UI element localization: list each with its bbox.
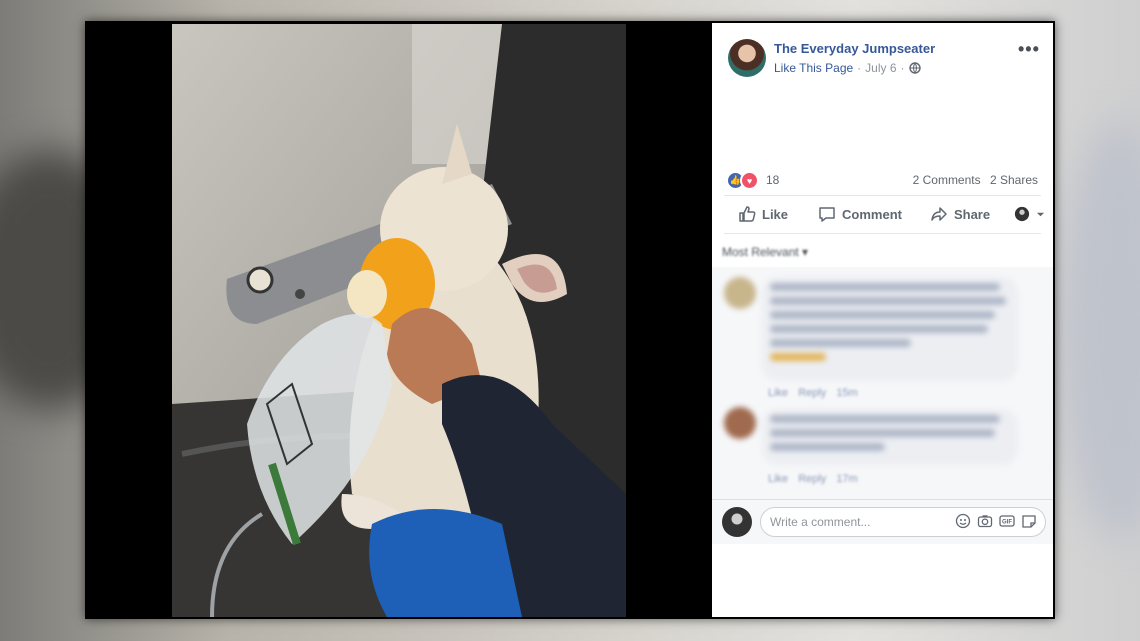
post-actions: Like Comment Share [724, 197, 1045, 231]
svg-text:GIF: GIF [1002, 520, 1012, 526]
comment-reply-link[interactable]: Reply [798, 387, 826, 399]
commenter-avatar[interactable] [724, 407, 756, 439]
share-button[interactable]: Share [930, 205, 990, 223]
post-side-panel: The Everyday Jumpseater Like This Page ·… [712, 23, 1053, 617]
reaction-summary: 👍 ♥ 18 2 Comments 2 Shares [726, 171, 1038, 190]
comment-input-placeholder: Write a comment... [770, 515, 871, 529]
divider [724, 233, 1041, 234]
reaction-count[interactable]: 18 [766, 173, 779, 187]
photo-area [85, 21, 712, 619]
comment-meta: Like Reply 15m [768, 387, 858, 399]
sticker-icon[interactable] [1021, 513, 1037, 529]
comments-list: Like Reply 15m Like Reply 17m [712, 267, 1053, 499]
comment-meta: Like Reply 17m [768, 473, 858, 485]
like-button[interactable]: Like [738, 205, 788, 223]
globe-icon [908, 62, 921, 74]
page-avatar[interactable] [728, 39, 766, 77]
facebook-photo-viewer: The Everyday Jumpseater Like This Page ·… [85, 21, 1055, 619]
comments-count-link[interactable]: 2 Comments [913, 173, 981, 187]
profile-icon [1014, 206, 1030, 222]
like-label: Like [762, 206, 789, 222]
meta-separator: · [857, 61, 862, 75]
comment-like-link[interactable]: Like [768, 387, 788, 399]
comment-time[interactable]: 15m [836, 387, 857, 399]
comment-sort-dropdown[interactable]: Most Relevant ▾ [722, 245, 808, 259]
comment-label: Comment [842, 206, 902, 222]
post-date[interactable]: July 6 [865, 61, 896, 75]
post-photo[interactable] [172, 24, 626, 617]
commenter-avatar[interactable] [724, 277, 756, 309]
meta-separator: · [900, 61, 905, 75]
shares-count-link[interactable]: 2 Shares [990, 173, 1038, 187]
comment-like-link[interactable]: Like [768, 473, 788, 485]
like-page-link[interactable]: Like This Page [774, 61, 853, 75]
love-reaction-icon: ♥ [740, 171, 759, 190]
comment-time[interactable]: 17m [836, 473, 857, 485]
camera-icon[interactable] [977, 513, 993, 529]
chevron-down-icon [1037, 212, 1045, 216]
comment-bubble [762, 277, 1018, 381]
comment-icon [819, 207, 835, 222]
share-label: Share [953, 206, 991, 222]
comment-bubble [762, 409, 1018, 465]
post-meta: Like This Page · July 6 · [774, 61, 921, 75]
thumbs-up-icon [739, 206, 756, 222]
gif-icon[interactable]: GIF [999, 513, 1015, 529]
engagement-counts: 2 Comments 2 Shares [907, 173, 1038, 187]
share-icon [931, 207, 947, 221]
comment-input[interactable]: Write a comment... GIF [760, 507, 1046, 537]
comment-reply-link[interactable]: Reply [798, 473, 826, 485]
background-blur [1060, 120, 1140, 540]
dog-oxygen-mask-photo [172, 24, 626, 617]
emoji-icon[interactable] [955, 513, 971, 529]
composer-icons: GIF [955, 513, 1037, 529]
divider [724, 195, 1041, 196]
reaction-icons[interactable]: 👍 ♥ [726, 171, 759, 190]
more-options-icon[interactable]: ••• [1018, 39, 1040, 60]
user-avatar[interactable] [722, 507, 752, 537]
comment-button[interactable]: Comment [818, 205, 902, 223]
comment-composer: Write a comment... GIF [712, 499, 1053, 544]
audience-selector[interactable] [1014, 206, 1045, 222]
page-name-link[interactable]: The Everyday Jumpseater [774, 41, 935, 56]
